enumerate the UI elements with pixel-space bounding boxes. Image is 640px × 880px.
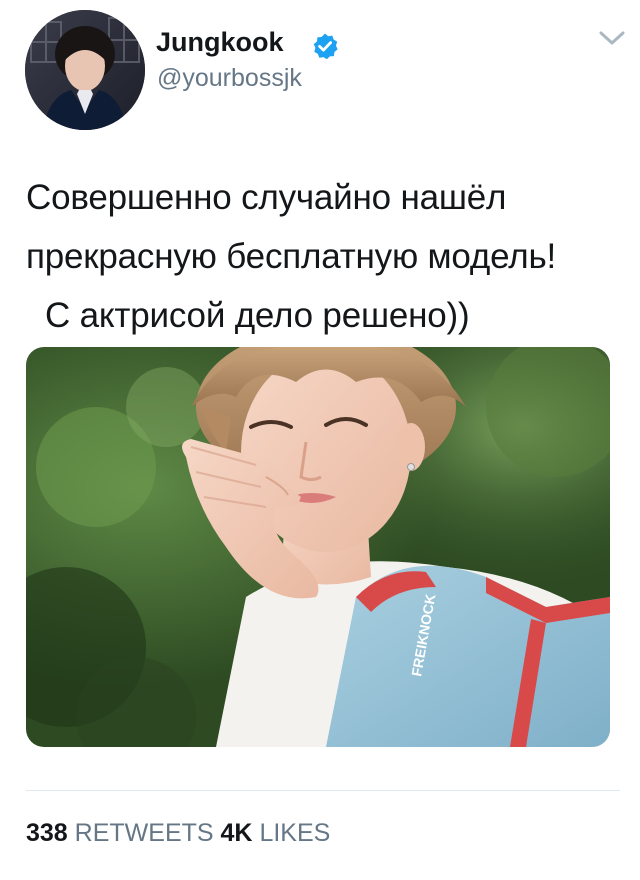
tweet-photo[interactable]: FREIKNOCK	[26, 347, 610, 747]
tweet-text: Совершенно случайно нашёл прекрасную бес…	[26, 168, 626, 345]
tweet-text-line: С актрисой дело решено))	[26, 296, 470, 335]
username[interactable]: @yourbossjk	[157, 63, 302, 93]
divider	[26, 790, 620, 791]
retweets-count[interactable]: 338	[26, 819, 68, 847]
avatar-image	[25, 10, 145, 130]
likes-label[interactable]: LIKES	[259, 819, 330, 847]
retweets-label[interactable]: RETWEETS	[75, 819, 214, 847]
likes-count[interactable]: 4K	[221, 819, 253, 847]
tweet-stats: 338 RETWEETS 4K LIKES	[26, 816, 330, 850]
chevron-down-icon[interactable]	[598, 28, 626, 48]
verified-badge-icon	[313, 33, 338, 60]
avatar[interactable]	[25, 10, 145, 130]
tweet-card: Jungkook @yourbossjk Совершенно случайно…	[0, 0, 640, 880]
tweet-text-line: Совершенно случайно нашёл	[26, 178, 507, 217]
tweet-text-line: прекрасную бесплатную модель!	[26, 237, 557, 276]
display-name[interactable]: Jungkook	[156, 26, 284, 58]
portrait-photo-image: FREIKNOCK	[26, 347, 610, 747]
